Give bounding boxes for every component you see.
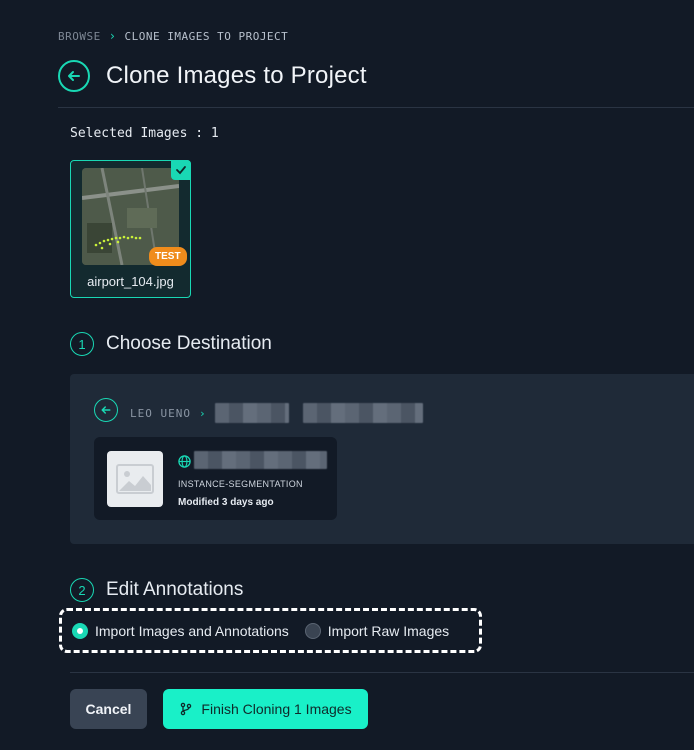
breadcrumb-browse[interactable]: BROWSE <box>58 30 101 43</box>
selected-images-count: Selected Images : 1 <box>70 126 219 141</box>
radio-button-selected[interactable] <box>72 622 88 639</box>
step-title: Choose Destination <box>106 333 272 354</box>
arrow-left-icon <box>101 406 111 414</box>
redacted-project-name <box>194 451 327 469</box>
selected-check-icon[interactable] <box>171 160 191 180</box>
annotation-options: Import Images and Annotations Import Raw… <box>59 608 482 653</box>
radio-label: Import Raw Images <box>327 622 450 639</box>
page-title: Clone Images to Project <box>106 62 367 89</box>
radio-button[interactable] <box>304 622 321 639</box>
arrow-left-icon <box>68 71 80 81</box>
destination-back-button[interactable] <box>94 398 118 422</box>
project-modified: Modified 3 days ago <box>178 497 274 508</box>
git-branch-icon <box>181 702 192 716</box>
destination-panel: LEO UENO › INSTANCE-SEGMENTATION Modifie… <box>70 374 694 544</box>
redacted-folder-name[interactable] <box>302 403 423 423</box>
finish-cloning-label: Finish Cloning 1 Images <box>201 701 352 717</box>
finish-cloning-button[interactable]: Finish Cloning 1 Images <box>163 689 368 729</box>
split-badge: TEST <box>149 247 187 266</box>
radio-import-raw-images[interactable]: Import Raw Images <box>304 622 450 639</box>
breadcrumb-current: CLONE IMAGES TO PROJECT <box>124 29 289 43</box>
step-number: 2 <box>70 578 94 602</box>
image-placeholder-icon <box>107 451 163 507</box>
project-card[interactable]: INSTANCE-SEGMENTATION Modified 3 days ag… <box>94 437 337 520</box>
footer-divider <box>70 672 694 673</box>
project-type: INSTANCE-SEGMENTATION <box>178 479 303 489</box>
back-button[interactable] <box>58 60 90 92</box>
step-title: Edit Annotations <box>106 579 244 600</box>
image-card[interactable]: TEST airport_104.jpg <box>70 160 191 298</box>
redacted-folder-name[interactable] <box>214 403 289 423</box>
page-header: Clone Images to Project <box>58 60 367 92</box>
step-number: 1 <box>70 332 94 356</box>
radio-label: Import Images and Annotations <box>95 622 289 639</box>
globe-icon <box>178 455 191 473</box>
chevron-right-icon: › <box>108 29 117 43</box>
cancel-button[interactable]: Cancel <box>70 689 147 729</box>
step-edit-annotations: 2 Edit Annotations <box>70 578 243 602</box>
header-divider <box>58 107 694 108</box>
image-filename: airport_104.jpg <box>87 274 174 289</box>
radio-import-images-and-annotations[interactable]: Import Images and Annotations <box>72 622 289 639</box>
breadcrumb: BROWSE › CLONE IMAGES TO PROJECT <box>58 29 288 43</box>
workspace-name[interactable]: LEO UENO <box>130 407 191 420</box>
step-choose-destination: 1 Choose Destination <box>70 332 272 356</box>
destination-path: LEO UENO › <box>130 403 423 423</box>
chevron-right-icon: › <box>198 406 207 420</box>
